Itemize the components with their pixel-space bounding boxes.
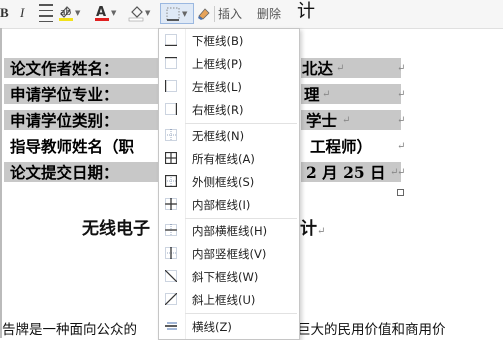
cell-end-mark: ↵	[397, 167, 406, 178]
borders-button[interactable]: ▼	[160, 3, 194, 24]
align-icon[interactable]	[38, 2, 54, 24]
borders-dropdown-menu: 下框线(B) 上框线(P) 左框线(L) 右框线(R) 无框线(N) 所有框线(…	[158, 28, 300, 340]
menu-item-right-border[interactable]: 右框线(R)	[159, 98, 299, 121]
body-paragraph: 告牌是一种面向公众的	[2, 322, 137, 338]
paint-bucket-icon	[128, 6, 144, 22]
all-borders-icon	[165, 152, 177, 164]
row-value: 北达	[302, 59, 334, 78]
inside-horizontal-border-icon	[165, 224, 177, 236]
diagonal-down-border-icon	[165, 270, 177, 282]
highlight-button[interactable]: ab ▼	[58, 2, 82, 24]
eraser-button[interactable]	[196, 2, 214, 24]
cell-end-mark: ↵	[397, 63, 406, 74]
menu-item-inside-vertical-border[interactable]: 内部竖框线(V)	[159, 242, 299, 265]
cell-end-mark: ↵	[397, 89, 406, 100]
document-heading: 无线电子	[82, 219, 150, 239]
menu-item-outside-borders[interactable]: 外侧框线(S)	[159, 170, 299, 193]
svg-text:ab: ab	[60, 8, 72, 18]
menu-item-diagonal-up-border[interactable]: 斜上框线(U)	[159, 288, 299, 311]
row-label: 指导教师姓名（职	[10, 137, 135, 156]
top-border-icon	[165, 57, 177, 69]
bottom-border-icon	[165, 34, 177, 46]
cell-end-mark: ↵	[397, 115, 406, 126]
formatting-toolbar: B I ab ▼ A ▼ ▼ ▼ 插入 删除 计	[0, 0, 503, 29]
body-paragraph-continued: 巨大的民用价值和商用价	[297, 322, 446, 338]
menu-item-no-border[interactable]: 无框线(N)	[159, 124, 299, 147]
outside-borders-icon	[165, 175, 177, 187]
menu-item-diagonal-down-border[interactable]: 斜下框线(W)	[159, 265, 299, 288]
row-label: 申请学位类别：	[10, 111, 119, 130]
cell-end-mark: ↵	[397, 141, 406, 152]
menu-item-all-borders[interactable]: 所有框线(A)	[159, 147, 299, 170]
italic-button[interactable]: I	[20, 2, 24, 24]
menu-item-horizontal-line[interactable]: 横线(Z)	[159, 315, 299, 338]
bold-button[interactable]: B	[0, 2, 9, 24]
inside-borders-icon	[165, 198, 177, 210]
title-fragment: 计	[297, 1, 315, 22]
left-border-icon	[165, 80, 177, 92]
highlighter-icon: ab	[59, 6, 73, 21]
svg-text:A: A	[96, 5, 106, 20]
row-label: 论文作者姓名：	[10, 59, 119, 78]
diagonal-up-border-icon	[165, 293, 177, 305]
row-value: 工程师）	[310, 137, 373, 156]
row-label: 申请学位专业：	[10, 85, 119, 104]
row-value: 理	[304, 85, 320, 104]
row-value: 学士	[306, 111, 338, 130]
menu-item-inside-horizontal-border[interactable]: 内部横框线(H)	[159, 219, 299, 242]
insert-button[interactable]: 插入	[218, 2, 242, 24]
menu-item-bottom-border[interactable]: 下框线(B)	[159, 29, 299, 52]
eraser-icon	[198, 8, 210, 20]
menu-item-inside-borders[interactable]: 内部框线(I)	[159, 193, 299, 216]
right-border-icon	[165, 103, 177, 115]
menu-separator	[185, 313, 297, 314]
page-left-edge	[0, 28, 2, 338]
horizontal-line-icon	[165, 322, 177, 330]
border-grid-icon	[166, 7, 180, 21]
font-color-button[interactable]: A ▼	[94, 2, 118, 24]
menu-item-left-border[interactable]: 左框线(L)	[159, 75, 299, 98]
shading-button[interactable]: ▼	[128, 2, 152, 24]
row-label: 论文提交日期：	[10, 163, 119, 182]
paragraph-mark: ↵	[322, 89, 331, 100]
no-border-icon	[165, 129, 177, 141]
menu-item-top-border[interactable]: 上框线(P)	[159, 52, 299, 75]
font-color-icon: A	[95, 5, 109, 21]
table-resize-handle[interactable]	[397, 189, 404, 196]
paragraph-mark: ↵	[336, 63, 345, 74]
toolbar-separator	[214, 6, 215, 22]
paragraph-mark: ↵	[342, 115, 351, 126]
delete-button[interactable]: 删除	[257, 2, 281, 24]
document-heading-tail: 计↵	[300, 219, 326, 239]
row-value: 2 月 25 日	[306, 163, 386, 182]
inside-vertical-border-icon	[165, 247, 177, 259]
